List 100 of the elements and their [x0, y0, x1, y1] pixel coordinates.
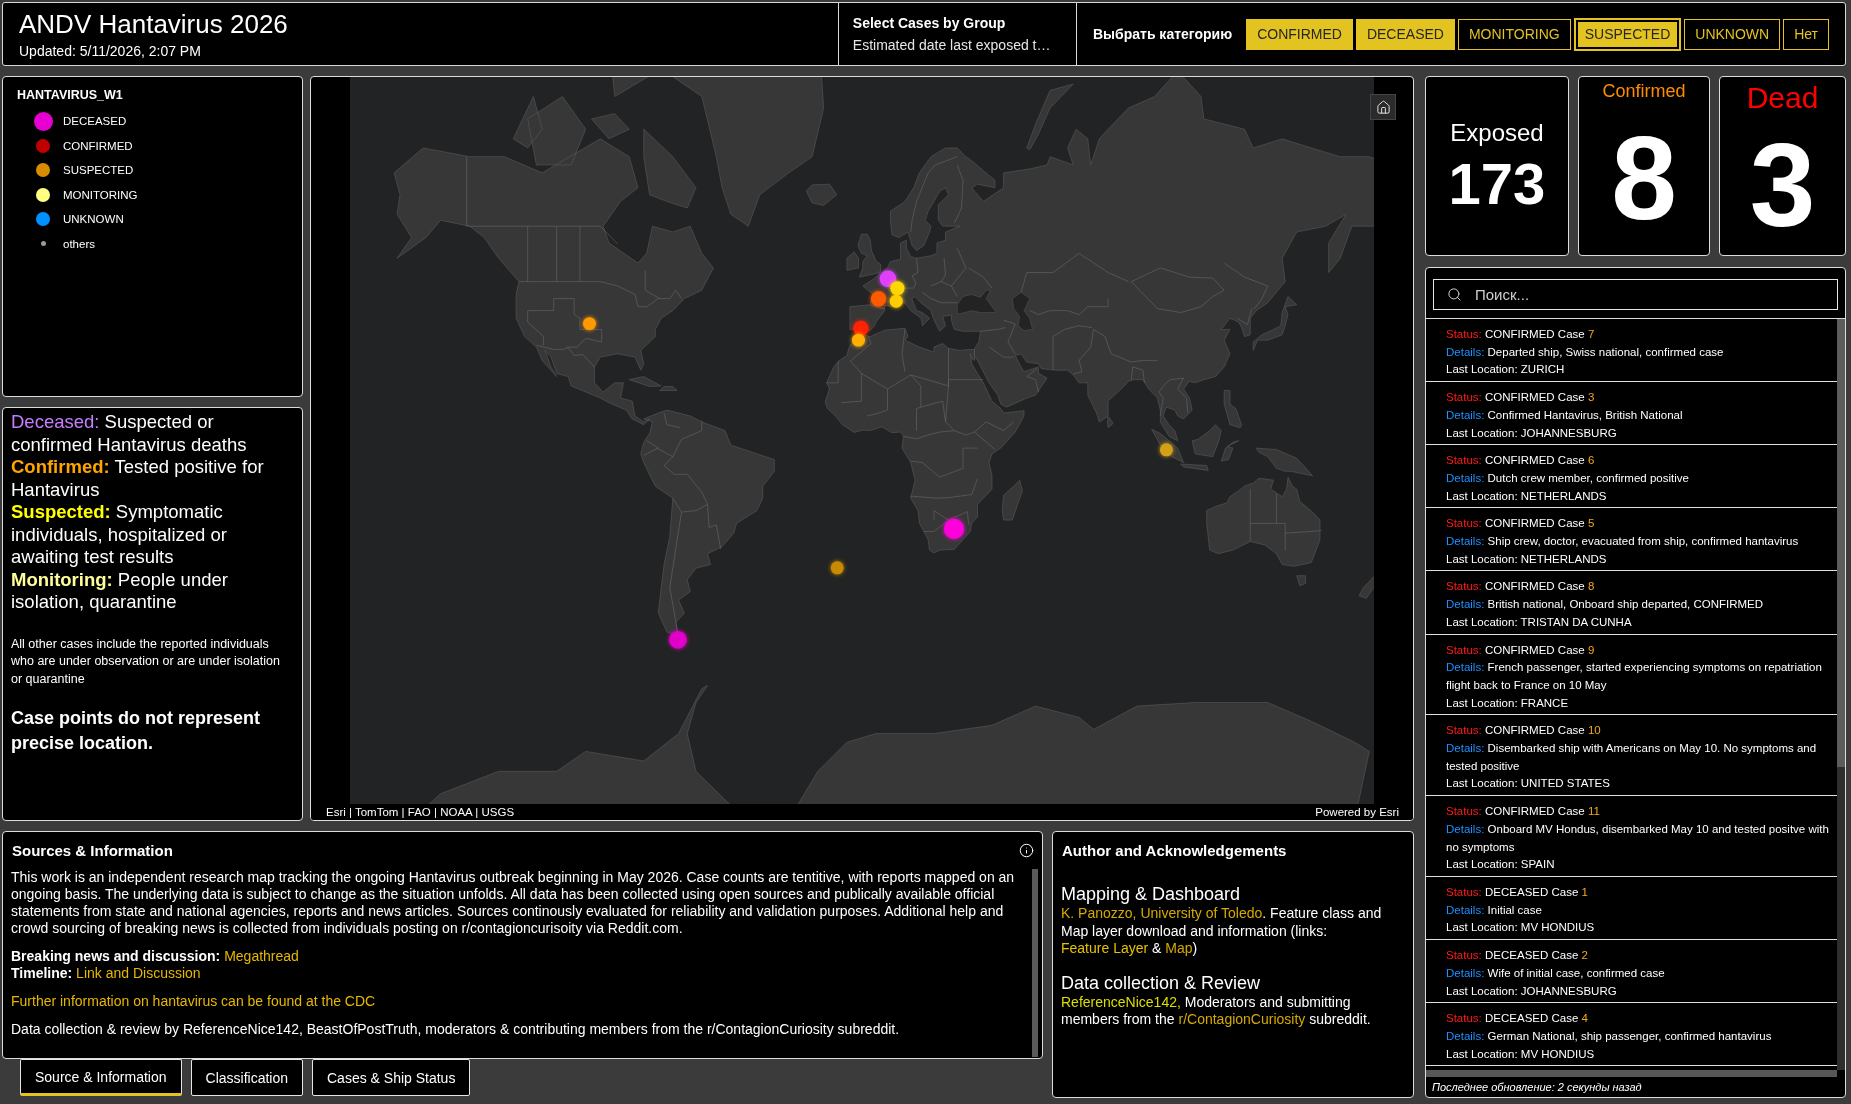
inline-link[interactable]: Feature Layer	[1061, 940, 1149, 956]
case-details: Details: Disembarked ship with Americans on May 10. No symptoms and tested positive	[1446, 741, 1818, 774]
case-status: Status: CONFIRMED Case 7	[1446, 327, 1596, 342]
body-text: K. Panozzo, University of Toledo. Feature class and Map layer download and information (links: Feature Layer & Map)	[1061, 905, 1383, 958]
category-button[interactable]: CONFIRMED	[1246, 18, 1353, 50]
case-location: Last Location: JOHANNESBURG	[1446, 425, 1618, 441]
stat-value: 3	[1749, 126, 1816, 245]
case-location: Last Location: TRISTAN DA CUNHA	[1446, 614, 1633, 630]
case-status: Status: DECEASED Case 1	[1446, 885, 1589, 900]
case-details: Details: Wife of initial case, confirmed case	[1446, 965, 1666, 981]
case-status: Status: CONFIRMED Case 3	[1446, 390, 1596, 406]
section-heading: Data collection & Review	[1061, 971, 1262, 994]
note-text: All other cases include the reported individuals who are under observation or are under isolation or quarantine	[11, 635, 281, 688]
tab[interactable]: Classification	[190, 1059, 303, 1096]
category-button[interactable]: Нет	[1783, 18, 1829, 50]
case-details: Details: German National, ship passenger, confirmed hantavirus	[1446, 1028, 1773, 1044]
case-details: Details: Confirmed Hantavirus, British National	[1446, 407, 1684, 423]
info-icon[interactable]	[1019, 843, 1034, 858]
last-update-text: Последнее обновление: 2 секунды назад	[1431, 1080, 1643, 1095]
body-text: Timeline: Link and Discussion	[11, 965, 202, 982]
case-status: Status: CONFIRMED Case 6	[1446, 453, 1596, 469]
body-text: Breaking news and discussion: Megathread	[11, 948, 300, 965]
tab[interactable]: Source & Information	[20, 1059, 182, 1096]
case-details: Details: Departed ship, Swiss national, confirmed case	[1446, 344, 1725, 360]
case-status: Status: CONFIRMED Case 8	[1446, 579, 1596, 595]
legend-label: CONFIRMED	[63, 139, 133, 152]
category-button[interactable]: UNKNOWN	[1684, 18, 1781, 50]
category-button[interactable]: SUSPECTED	[1573, 17, 1682, 51]
case-location: Last Location: MV HONDIUS	[1446, 920, 1596, 936]
case-location: Last Location: NETHERLANDS	[1446, 551, 1608, 567]
case-location: Last Location: NETHERLANDS	[1446, 488, 1608, 504]
body-text: Data collection & review by ReferenceNice142, BeastOfPostTruth, moderators & contributing members from the r/ContagionCuriosity subreddit.	[11, 1021, 901, 1038]
inline-link[interactable]: Further information on hantavirus can be found at the CDC	[11, 993, 376, 1009]
case-status: Status: DECEASED Case 4	[1446, 1011, 1589, 1027]
legend-title: HANTAVIRUS_W1	[17, 87, 124, 103]
inline-link[interactable]: Megathread	[224, 948, 299, 964]
legend-label: SUSPECTED	[63, 164, 134, 177]
stat-label: Confirmed	[1602, 81, 1686, 102]
selector-title: Select Cases by Group	[852, 14, 1007, 32]
category-button[interactable]: MONITORING	[1457, 18, 1571, 50]
inline-link[interactable]: Link and Discussion	[76, 965, 201, 981]
case-marker[interactable]	[851, 333, 865, 347]
case-status: Status: CONFIRMED Case 9	[1446, 642, 1596, 658]
case-marker[interactable]	[830, 561, 844, 575]
search-icon	[1447, 287, 1462, 302]
case-marker[interactable]	[944, 518, 965, 539]
case-details: Details: Ship crew, doctor, evacuated from ship, confirmed hantavirus	[1446, 534, 1800, 550]
search-field[interactable]: Поиск...	[1433, 279, 1838, 310]
case-status: Status: CONFIRMED Case 5	[1446, 516, 1596, 532]
case-location: Last Location: FRANCE	[1446, 695, 1570, 711]
legend-label: others	[63, 237, 95, 250]
case-status: Status: DECEASED Case 2	[1446, 948, 1589, 964]
inline-link[interactable]: Map	[1165, 940, 1193, 956]
legend-label: UNKNOWN	[63, 213, 124, 226]
app-title: ANDV Hantavirus 2026	[19, 9, 289, 39]
filter-label: Выбрать категорию	[1092, 26, 1233, 42]
case-location: Last Location: ZURICH	[1446, 362, 1566, 378]
definition-text: Confirmed: Tested positive for Hantavirus	[11, 456, 265, 501]
inline-link[interactable]: r/ContagionCuriosity	[1178, 1011, 1306, 1027]
stat-value: 8	[1611, 119, 1677, 238]
stat-label: Dead	[1746, 81, 1819, 116]
updated-time: Updated: 5/11/2026, 2:07 PM	[19, 43, 202, 59]
definition-text: Deceased: Suspected or confirmed Hantavirus deaths	[11, 411, 248, 456]
body-text: ReferenceNice142, Moderators and submitting members from the r/ContagionCuriosity subreddit.	[1061, 993, 1372, 1029]
case-marker[interactable]	[1159, 443, 1173, 457]
case-marker[interactable]	[870, 291, 887, 307]
stat-label: Exposed	[1450, 119, 1544, 147]
case-marker[interactable]	[669, 630, 687, 649]
case-details: Details: Onboard MV Hondus, disembarked May 10 and tested positve with no symptoms	[1446, 821, 1829, 855]
definition-text: Monitoring: People under isolation, quarantine	[11, 568, 229, 614]
scrollbar-thumb[interactable]	[1837, 319, 1845, 767]
tab[interactable]: Cases & Ship Status	[312, 1059, 471, 1096]
legend-label: DECEASED	[63, 115, 127, 128]
case-details: Details: Dutch crew member, confirmed positive	[1446, 470, 1690, 486]
inline-link[interactable]: ReferenceNice142,	[1061, 993, 1181, 1010]
case-marker[interactable]	[853, 320, 869, 336]
group-selector[interactable]: Estimated date last exposed t…	[852, 36, 1062, 54]
attribution-text: Esri | TomTom | FAO | NOAA | USGS	[326, 806, 515, 818]
stat-value: 173	[1448, 154, 1546, 213]
case-marker[interactable]	[889, 294, 903, 308]
scrollbar-track[interactable]	[1837, 319, 1845, 1070]
scrollbar-track[interactable]	[1426, 1070, 1837, 1077]
scrollbar-track[interactable]	[1032, 869, 1038, 1057]
case-details: Details: British national, Onboard ship departed, CONFIRMED	[1446, 597, 1765, 613]
case-location: Last Location: SPAIN	[1446, 857, 1556, 873]
case-marker[interactable]	[879, 270, 897, 288]
category-button[interactable]: DECEASED	[1355, 18, 1455, 50]
case-marker[interactable]	[890, 281, 905, 296]
case-details: Details: Initial case	[1446, 902, 1543, 918]
case-details: Details: French passenger, started experiencing symptoms on repatriation flight back to France on 10 May	[1446, 660, 1823, 693]
legend-label: MONITORING	[63, 188, 138, 201]
home-button[interactable]	[1370, 94, 1396, 120]
panel-title: Sources & Information	[12, 842, 173, 859]
definition-text: Suspected: Symptomatic individuals, hospitalized or awaiting test results	[11, 501, 228, 569]
case-status: Status: CONFIRMED Case 11	[1446, 804, 1601, 820]
home-icon	[1375, 99, 1391, 115]
case-marker[interactable]	[583, 317, 596, 331]
section-heading: Mapping & Dashboard	[1061, 883, 1242, 905]
case-status: Status: CONFIRMED Case 10	[1446, 723, 1602, 739]
panel-title: Author and Acknowledgements	[1062, 842, 1287, 859]
